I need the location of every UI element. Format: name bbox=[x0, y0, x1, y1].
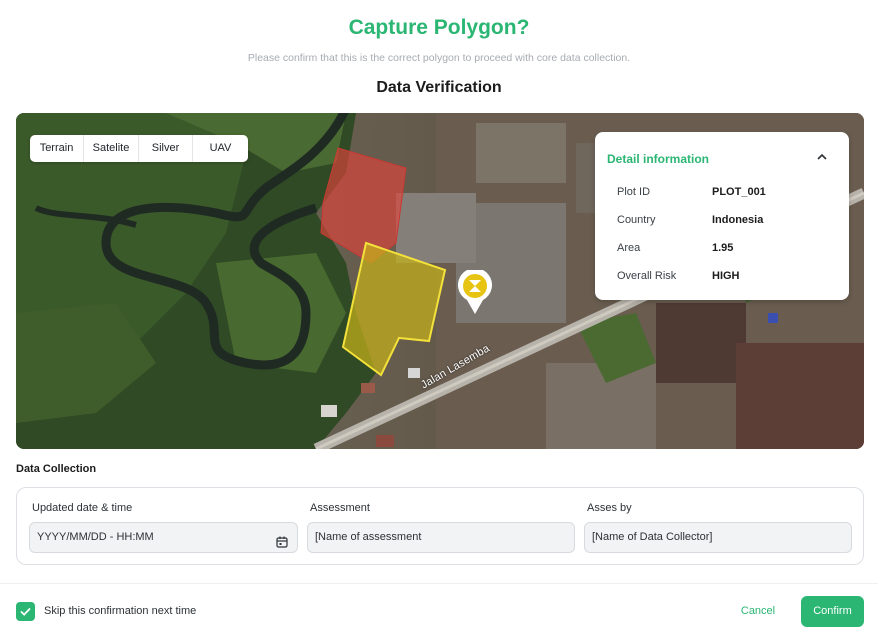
chevron-up-icon[interactable] bbox=[815, 150, 829, 164]
assessment-field[interactable]: [Name of assessment bbox=[307, 522, 575, 553]
detail-value-area: 1.95 bbox=[712, 242, 734, 254]
satellite-map[interactable]: Terrain Satelite Silver UAV Jalan Lasemb… bbox=[16, 113, 864, 449]
map-layer-tabs: Terrain Satelite Silver UAV bbox=[30, 135, 248, 162]
assessed-by-value: [Name of Data Collector] bbox=[592, 531, 713, 543]
confirm-button[interactable]: Confirm bbox=[801, 596, 864, 627]
detail-title: Detail information bbox=[607, 152, 710, 166]
assessment-label: Assessment bbox=[310, 502, 370, 514]
data-collection-form: Updated date & time YYYY/MM/DD - HH:MM A… bbox=[16, 487, 864, 565]
date-time-value: YYYY/MM/DD - HH:MM bbox=[37, 531, 154, 543]
assessed-by-label: Asses by bbox=[587, 502, 632, 514]
assessment-value: [Name of assessment bbox=[315, 531, 422, 543]
assessed-by-field[interactable]: [Name of Data Collector] bbox=[584, 522, 852, 553]
location-pin-icon[interactable] bbox=[457, 268, 493, 316]
tab-satelite[interactable]: Satelite bbox=[84, 135, 139, 162]
tab-silver[interactable]: Silver bbox=[139, 135, 193, 162]
detail-label-area: Area bbox=[617, 242, 641, 254]
tab-uav[interactable]: UAV bbox=[193, 135, 248, 162]
detail-label-plot-id: Plot ID bbox=[617, 186, 651, 198]
footer-divider bbox=[0, 583, 878, 584]
detail-value-plot-id: PLOT_001 bbox=[712, 186, 766, 198]
skip-confirmation-checkbox[interactable] bbox=[16, 602, 35, 621]
detail-value-country: Indonesia bbox=[712, 214, 764, 226]
cancel-button[interactable]: Cancel bbox=[728, 597, 788, 626]
check-icon bbox=[20, 607, 31, 616]
section-title: Data Verification bbox=[376, 79, 502, 96]
tab-terrain[interactable]: Terrain bbox=[30, 135, 84, 162]
detail-label-country: Country bbox=[617, 214, 656, 226]
detail-value-overall-risk: HIGH bbox=[712, 270, 740, 282]
data-collection-title: Data Collection bbox=[16, 463, 97, 475]
dialog-title: Capture Polygon? bbox=[348, 16, 530, 39]
date-time-label: Updated date & time bbox=[32, 502, 133, 514]
detail-information-panel: Detail information Plot ID PLOT_001 Coun… bbox=[595, 132, 849, 300]
dialog-subtitle: Please confirm that this is the correct … bbox=[247, 52, 631, 64]
calendar-icon[interactable] bbox=[276, 531, 288, 548]
detail-label-overall-risk: Overall Risk bbox=[617, 270, 677, 282]
skip-confirmation-label: Skip this confirmation next time bbox=[44, 605, 197, 617]
date-time-field[interactable]: YYYY/MM/DD - HH:MM bbox=[29, 522, 298, 553]
